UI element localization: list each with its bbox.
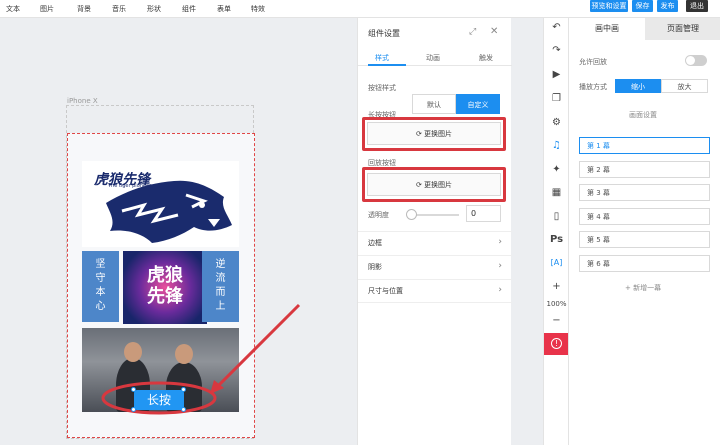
tab-style[interactable]: 样式: [375, 53, 389, 63]
music-icon[interactable]: ♫: [544, 140, 569, 151]
tool-form[interactable]: 表单: [217, 4, 231, 14]
allow-replay-toggle[interactable]: [685, 55, 707, 66]
preview-settings-button[interactable]: 预览和设置: [590, 0, 628, 12]
ai-icon[interactable]: [A]: [544, 258, 569, 267]
opacity-input[interactable]: 0: [466, 205, 501, 222]
side-icon-toolbar: ↶ ↷ ▶ ❐ ⚙ ♫ ✦ ▦ ▯ Ps [A] + 100% − !: [543, 18, 569, 445]
style-default-option[interactable]: 默认: [412, 94, 456, 114]
scene-item-1[interactable]: 第 1 幕: [579, 137, 710, 154]
person-left-head: [124, 342, 142, 362]
copy-icon[interactable]: ❐: [544, 93, 569, 104]
person-right-head: [175, 344, 193, 364]
tool-effects[interactable]: 特效: [251, 4, 265, 14]
resize-handle-tl[interactable]: [131, 387, 136, 392]
scene-item-2[interactable]: 第 2 幕: [579, 161, 710, 178]
highlight-box-1: [362, 117, 506, 151]
tab-trigger[interactable]: 触发: [479, 53, 493, 63]
sparkle-icon[interactable]: ✦: [544, 164, 569, 175]
scene-item-6[interactable]: 第 6 幕: [579, 255, 710, 272]
screen-settings-title: 画面设置: [629, 111, 657, 119]
tab-picture-in-picture[interactable]: 画中画: [569, 18, 645, 40]
resize-handle-bl[interactable]: [131, 407, 136, 412]
highlight-box-2: [362, 167, 506, 202]
tiger-head-icon: [106, 180, 232, 243]
resize-handle-br[interactable]: [181, 407, 186, 412]
play-mode-label: 播放方式: [579, 83, 607, 91]
opacity-label: 透明度: [368, 211, 389, 219]
alert-button[interactable]: !: [544, 333, 569, 355]
opacity-slider-handle[interactable]: [406, 209, 417, 220]
center-title-card[interactable]: 虎狼 先锋: [123, 251, 207, 324]
alert-icon: !: [551, 338, 562, 349]
right-slogan-text: 逆流而上: [215, 259, 226, 312]
tiger-banner-image[interactable]: 虎狼先锋 The tiger pioneer: [82, 161, 239, 247]
right-slogan-card[interactable]: 逆流而上: [202, 251, 239, 322]
long-press-button[interactable]: 长按: [134, 390, 184, 410]
section-shadow[interactable]: 阴影 ›: [358, 255, 512, 277]
section-size-position[interactable]: 尺寸与位置 ›: [358, 279, 512, 301]
picture-in-picture-panel: 画中画 页面管理 允许回放 播放方式 缩小 放大 画面设置 第 1 幕 第 2 …: [568, 18, 720, 445]
chevron-right-icon: ›: [498, 237, 502, 247]
allow-replay-label: 允许回放: [579, 58, 607, 66]
undo-icon[interactable]: ↶: [544, 22, 569, 33]
chevron-right-icon: ›: [498, 261, 502, 271]
expand-icon[interactable]: ⤢: [469, 27, 476, 37]
resize-handle-tr[interactable]: [181, 387, 186, 392]
tool-shape[interactable]: 形状: [147, 4, 161, 14]
device-label: iPhone X: [67, 97, 98, 105]
left-slogan-card[interactable]: 坚守本心: [82, 251, 119, 322]
center-card-text: 虎狼 先锋: [147, 265, 183, 307]
divider: [358, 302, 512, 303]
section-border[interactable]: 边框 ›: [358, 231, 512, 253]
play-mode-enlarge[interactable]: 放大: [661, 79, 708, 93]
zoom-level: 100%: [546, 300, 567, 308]
scene-item-4[interactable]: 第 4 幕: [579, 208, 710, 225]
panel-title: 组件设置: [368, 29, 400, 38]
close-icon[interactable]: ✕: [490, 26, 498, 37]
component-settings-panel: 组件设置 ⤢ ✕ 样式 动画 触发 按钮样式 默认 自定义 长按按钮 ⟳ 更换图…: [357, 18, 512, 445]
save-button[interactable]: 保存: [632, 0, 653, 12]
style-custom-option[interactable]: 自定义: [456, 94, 500, 114]
play-icon[interactable]: ▶: [544, 69, 569, 80]
scene-item-5[interactable]: 第 5 幕: [579, 231, 710, 248]
tab-page-manage[interactable]: 页面管理: [645, 18, 720, 40]
play-mode-shrink[interactable]: 缩小: [615, 79, 661, 93]
gear-icon[interactable]: ⚙: [544, 117, 569, 128]
add-scene-button[interactable]: + 新增一幕: [625, 283, 661, 293]
publish-button[interactable]: 发布: [657, 0, 678, 12]
tool-image[interactable]: 图片: [40, 4, 54, 14]
active-tab-indicator: [368, 64, 406, 66]
ps-icon[interactable]: Ps: [544, 234, 569, 245]
left-slogan-text: 坚守本心: [95, 259, 106, 312]
tab-animation[interactable]: 动画: [426, 53, 440, 63]
exit-button[interactable]: 退出: [686, 0, 708, 12]
tool-text[interactable]: 文本: [6, 4, 20, 14]
tool-component[interactable]: 组件: [182, 4, 196, 14]
chevron-right-icon: ›: [498, 285, 502, 295]
tool-background[interactable]: 背景: [77, 4, 91, 14]
grid-icon[interactable]: ▦: [544, 187, 569, 198]
redo-icon[interactable]: ↷: [544, 45, 569, 56]
scene-item-3[interactable]: 第 3 幕: [579, 184, 710, 201]
button-style-label: 按钮样式: [368, 84, 396, 92]
opacity-slider-track[interactable]: [411, 214, 459, 216]
zoom-in-icon[interactable]: +: [544, 281, 569, 292]
toggle-knob: [686, 56, 695, 65]
tool-music[interactable]: 音乐: [112, 4, 126, 14]
settings-tabs: 样式 动画 触发: [358, 50, 512, 66]
top-toolbar: 文本 图片 背景 音乐 形状 组件 表单 特效 预览和设置 保存 发布 退出: [0, 0, 720, 18]
zoom-out-icon[interactable]: −: [544, 315, 569, 326]
phone-icon[interactable]: ▯: [544, 211, 569, 222]
